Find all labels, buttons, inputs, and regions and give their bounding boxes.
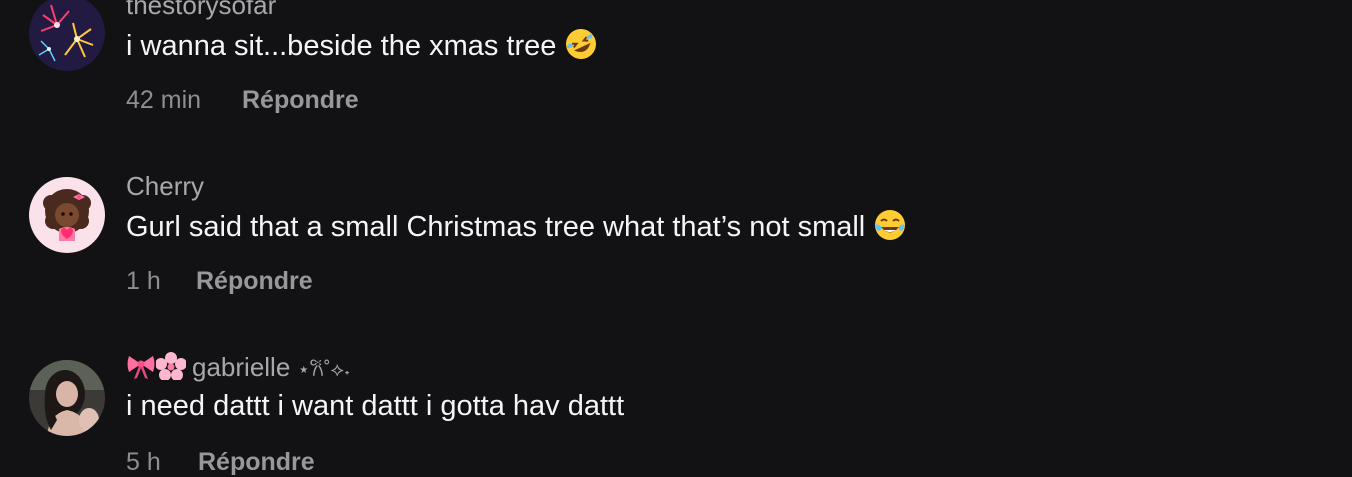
ribbon-icon — [126, 352, 156, 387]
comment-meta: 42 min Répondre — [126, 86, 359, 115]
avatar[interactable] — [29, 0, 105, 71]
comment-time: 5 h — [126, 448, 161, 476]
comment-username[interactable]: thestorysofar — [126, 0, 276, 21]
reply-button[interactable]: Répondre — [196, 267, 313, 296]
cartoon-girl-avatar-image — [29, 177, 105, 253]
comment-username[interactable]: Cherry — [126, 171, 204, 202]
comment-meta: 5 h Répondre — [126, 448, 315, 477]
profile-photo-avatar-image — [29, 360, 105, 436]
comment-time: 1 h — [126, 267, 161, 295]
reply-button[interactable]: Répondre — [242, 86, 359, 115]
comment-username[interactable]: gabrielle ⋆𐙚˚⟡˖ — [126, 352, 350, 387]
tears-of-joy-emoji — [873, 208, 907, 250]
avatar[interactable] — [29, 360, 105, 436]
comment-time: 42 min — [126, 86, 202, 114]
cherry-blossom-icon — [155, 352, 187, 387]
avatar[interactable] — [29, 177, 105, 253]
reply-button[interactable]: Répondre — [198, 448, 315, 477]
comment-text: Gurl said that a small Christmas tree wh… — [126, 208, 907, 250]
comment-meta: 1 h Répondre — [126, 267, 313, 296]
comment-text: i need dattt i want dattt i gotta hav da… — [126, 390, 625, 422]
rolling-on-floor-laughing-emoji — [564, 27, 598, 69]
comment-text: i wanna sit...beside the xmas tree — [126, 27, 598, 69]
fireworks-avatar-image — [29, 0, 105, 71]
